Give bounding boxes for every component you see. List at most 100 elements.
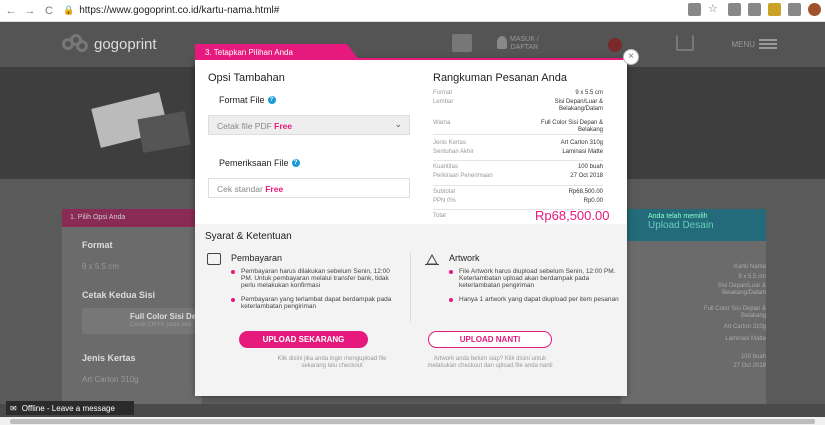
summary-row: Warna Full Color Sisi Depan & Belakang (433, 120, 603, 133)
summary-row-value: Laminasi Matte (725, 336, 766, 342)
artwork-bullet: File Artwork harus diupload sebelum Seni… (449, 268, 619, 289)
pemeriksaan-heading: Pemeriksaan File ? (219, 158, 300, 168)
close-icon[interactable]: × (623, 49, 639, 65)
address-bar[interactable]: 🔒 https://www.gogoprint.co.id/kartu-nama… (63, 3, 623, 19)
summary-head-line1: Anda telah memilih (648, 213, 708, 220)
summary-key: Sentuhan Akhir (433, 149, 474, 155)
summary-key: Subtotal (433, 189, 456, 195)
summary-value: Rp0.00 (583, 198, 603, 204)
pemeriksaan-value: Cek standar (217, 184, 263, 194)
summary-head: Anda telah memilih Upload Desain (621, 209, 766, 241)
column-divider (410, 252, 411, 322)
cart-icon[interactable] (676, 35, 694, 51)
browser-toolbar: ← → C 🔒 https://www.gogoprint.co.id/kart… (0, 0, 825, 22)
upload-later-note: Artwork anda belum siap? Klik disini unt… (427, 356, 553, 369)
lock-icon: 🔒 (63, 5, 75, 15)
user-icon (497, 36, 507, 49)
step-tab: 1. Pilih Opsi Anda (62, 209, 202, 227)
modal-step-tab: 3. Tetapkan Pilihan Anda (195, 44, 359, 60)
summary-key: Lembar (433, 99, 454, 105)
artwork-bullet: Hanya 1 artwork yang dapat diupload per … (449, 296, 619, 303)
jenis-label: Jenis Kertas (82, 353, 136, 363)
logo-text: gogoprint (94, 35, 157, 53)
payment-icon (207, 253, 221, 265)
profile-avatar[interactable] (808, 3, 821, 16)
upload-later-button[interactable]: UPLOAD NANTI (428, 331, 552, 348)
summary-divider (433, 160, 603, 161)
star-icon[interactable]: ☆ (708, 3, 721, 16)
format-file-label: Format File (219, 95, 265, 105)
format-label: Format (82, 240, 113, 250)
summary-key: Jenis Kertas (433, 140, 467, 146)
summary-key: Total (433, 213, 446, 219)
extension-icon[interactable] (788, 3, 801, 16)
summary-value: Rp68,500.00 (568, 189, 603, 195)
syarat-title: Syarat & Ketentuan (205, 231, 292, 242)
summary-key: PPN 0% (433, 198, 456, 204)
summary-value: 9 x 5.5 cm (575, 90, 603, 96)
cetak-option-sub: Cetak CMYK pada ked (130, 322, 192, 328)
scrollbar-thumb[interactable] (10, 419, 815, 424)
chat-label: Offline - Leave a message (21, 403, 115, 413)
summary-row-value: Art Carton 310g (723, 324, 766, 330)
options-modal: 3. Tetapkan Pilihan Anda Opsi Tambahan F… (195, 44, 627, 396)
jenis-value[interactable]: Art Carton 310g (82, 375, 138, 384)
summary-value: Art Carton 310g (560, 140, 603, 146)
mail-icon: ✉ (10, 403, 17, 413)
flag-icon[interactable] (608, 38, 622, 52)
url-text: https://www.gogoprint.co.id/kartu-nama.h… (79, 5, 280, 16)
pen-icon (425, 253, 439, 265)
extension-icon[interactable] (768, 3, 781, 16)
format-file-select[interactable]: Cetak file PDF Free ⌄ (208, 115, 410, 135)
menu-label[interactable]: MENU (731, 40, 755, 49)
rangkuman-title: Rangkuman Pesanan Anda (433, 72, 567, 84)
extension-icon[interactable] (748, 3, 761, 16)
upload-now-note: Klik disini jika anda ingin mengupload f… (277, 356, 387, 369)
terms-section (195, 224, 627, 396)
summary-row: Format 9 x 5.5 cm (433, 90, 603, 97)
help-icon[interactable]: ? (267, 96, 276, 104)
login-link[interactable]: MASUK / DAFTAR (510, 36, 539, 52)
back-icon[interactable]: ← (3, 5, 19, 17)
summary-value: Laminasi Matte (562, 149, 603, 155)
hamburger-icon[interactable] (759, 39, 777, 49)
summary-value: Sisi Depan/Luar & Belakang/Dalam (554, 99, 603, 112)
search-icon[interactable] (452, 34, 472, 52)
reload-icon[interactable]: C (41, 5, 57, 17)
summary-value: 100 buah (577, 164, 603, 170)
extension-icon[interactable] (728, 3, 741, 16)
summary-key: Format (433, 90, 453, 96)
format-file-free: Free (274, 121, 293, 131)
pemeriksaan-free: Free (265, 184, 284, 194)
cetak-label: Cetak Kedua Sisi (82, 290, 156, 300)
summary-divider (433, 134, 603, 135)
upload-now-button[interactable]: UPLOAD SEKARANG (239, 331, 368, 348)
summary-row-value: 27 Oct 2018 (733, 363, 766, 369)
summary-value: 27 Oct 2018 (570, 173, 603, 179)
pembayaran-bullet: Pembayaran yang terlambat dapat berdampa… (231, 296, 401, 310)
summary-key: Kuantitas (433, 164, 459, 170)
translate-icon[interactable] (688, 3, 701, 16)
artwork-title: Artwork (449, 253, 480, 263)
site-logo[interactable]: gogoprint (62, 34, 157, 54)
pemeriksaan-label: Pemeriksaan File (219, 158, 289, 168)
pemeriksaan-field[interactable]: Cek standar Free (208, 178, 410, 198)
summary-row: Lembar Sisi Depan/Luar & Belakang/Dalam (433, 99, 603, 112)
forward-icon[interactable]: → (22, 5, 38, 17)
summary-row-value: 9 x 5.5 cm (738, 274, 766, 280)
total-value: Rp68,500.00 (535, 208, 610, 223)
format-file-value: Cetak file PDF (217, 121, 272, 131)
opsi-title: Opsi Tambahan (208, 72, 285, 84)
summary-row-value: 100 buah (740, 354, 766, 360)
pembayaran-bullet: Pembayaran harus dilakukan sebelum Senin… (231, 268, 401, 289)
help-icon[interactable]: ? (291, 159, 300, 167)
format-value[interactable]: 9 x 5.5 cm (82, 262, 119, 271)
cetak-option-label: Full Color Sisi De (130, 312, 197, 321)
summary-key: Warna (433, 120, 451, 126)
summary-key: Perkiraan Penerimaan (433, 173, 493, 179)
summary-row: Sentuhan Akhir Laminasi Matte (433, 149, 603, 156)
summary-divider (433, 185, 603, 186)
modal-accent-line (347, 58, 627, 60)
chat-widget[interactable]: ✉ Offline - Leave a message (6, 401, 134, 415)
summary-head-line2: Upload Desain (648, 220, 714, 231)
